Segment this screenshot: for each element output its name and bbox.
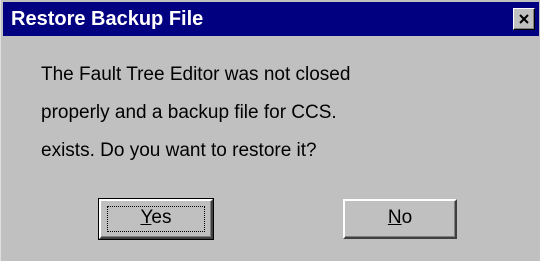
yes-label-rest: es [151,207,172,228]
dialog-title: Restore Backup File [11,8,204,30]
no-button[interactable]: No [343,199,457,239]
yes-mnemonic: Y [140,207,152,228]
close-icon [519,14,529,24]
yes-button-label: Yes [140,207,171,228]
message-line: exists. Do you want to restore it? [41,140,317,161]
message-line: The Fault Tree Editor was not closed [41,64,351,85]
no-mnemonic: N [387,207,402,228]
close-button[interactable] [513,8,535,30]
no-label-rest: o [401,207,413,228]
restore-backup-dialog: Restore Backup File The Fault Tree Edito… [0,0,540,261]
dialog-message: The Fault Tree Editor was not closed pro… [41,64,350,178]
message-line: properly and a backup file for CCS. [41,102,337,123]
title-bar: Restore Backup File [3,2,539,36]
yes-button[interactable]: Yes [98,198,214,240]
no-button-label: No [388,207,412,228]
